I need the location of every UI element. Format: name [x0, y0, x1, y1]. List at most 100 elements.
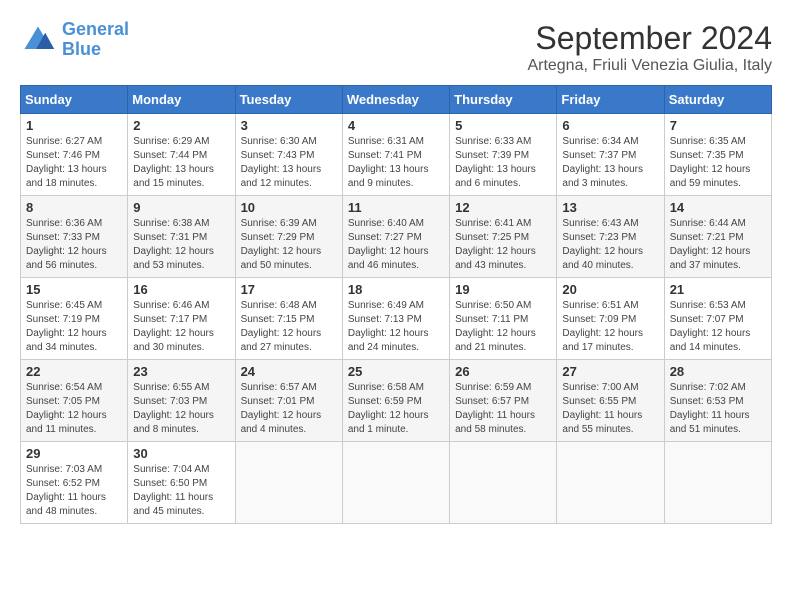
- calendar-cell-0-6: 7 Sunrise: 6:35 AM Sunset: 7:35 PM Daylig…: [664, 114, 771, 196]
- day-number: 21: [670, 282, 766, 297]
- day-info: Sunrise: 6:58 AM Sunset: 6:59 PM Dayligh…: [348, 381, 444, 437]
- day-info: Sunrise: 6:36 AM Sunset: 7:33 PM Dayligh…: [26, 217, 122, 273]
- location-subtitle: Artegna, Friuli Venezia Giulia, Italy: [527, 57, 772, 75]
- logo-blue: Blue: [62, 40, 129, 60]
- day-number: 2: [133, 118, 229, 133]
- calendar-cell-4-3: [342, 442, 449, 524]
- day-number: 1: [26, 118, 122, 133]
- calendar-cell-3-2: 24 Sunrise: 6:57 AM Sunset: 7:01 PM Dayli…: [235, 360, 342, 442]
- header-thursday: Thursday: [450, 86, 557, 114]
- day-info: Sunrise: 6:55 AM Sunset: 7:03 PM Dayligh…: [133, 381, 229, 437]
- header-saturday: Saturday: [664, 86, 771, 114]
- calendar-cell-3-4: 26 Sunrise: 6:59 AM Sunset: 6:57 PM Dayli…: [450, 360, 557, 442]
- day-number: 6: [562, 118, 658, 133]
- logo: General Blue: [20, 20, 129, 60]
- header-friday: Friday: [557, 86, 664, 114]
- day-number: 13: [562, 200, 658, 215]
- calendar-cell-4-0: 29 Sunrise: 7:03 AM Sunset: 6:52 PM Dayli…: [21, 442, 128, 524]
- day-info: Sunrise: 6:49 AM Sunset: 7:13 PM Dayligh…: [348, 299, 444, 355]
- calendar-cell-2-2: 17 Sunrise: 6:48 AM Sunset: 7:15 PM Dayli…: [235, 278, 342, 360]
- day-info: Sunrise: 6:48 AM Sunset: 7:15 PM Dayligh…: [241, 299, 337, 355]
- day-info: Sunrise: 6:34 AM Sunset: 7:37 PM Dayligh…: [562, 135, 658, 191]
- header-monday: Monday: [128, 86, 235, 114]
- day-number: 17: [241, 282, 337, 297]
- logo-icon: [20, 22, 56, 58]
- day-info: Sunrise: 6:33 AM Sunset: 7:39 PM Dayligh…: [455, 135, 551, 191]
- day-info: Sunrise: 6:31 AM Sunset: 7:41 PM Dayligh…: [348, 135, 444, 191]
- day-info: Sunrise: 7:00 AM Sunset: 6:55 PM Dayligh…: [562, 381, 658, 437]
- day-info: Sunrise: 7:03 AM Sunset: 6:52 PM Dayligh…: [26, 463, 122, 519]
- day-info: Sunrise: 6:45 AM Sunset: 7:19 PM Dayligh…: [26, 299, 122, 355]
- calendar-cell-0-4: 5 Sunrise: 6:33 AM Sunset: 7:39 PM Daylig…: [450, 114, 557, 196]
- calendar-cell-1-4: 12 Sunrise: 6:41 AM Sunset: 7:25 PM Dayli…: [450, 196, 557, 278]
- calendar-row-2: 15Sunrise: 6:45 AM Sunset: 7:19 PM Dayli…: [21, 278, 772, 360]
- day-info: Sunrise: 7:02 AM Sunset: 6:53 PM Dayligh…: [670, 381, 766, 437]
- calendar-cell-0-5: 6 Sunrise: 6:34 AM Sunset: 7:37 PM Daylig…: [557, 114, 664, 196]
- calendar-cell-2-3: 18Sunrise: 6:49 AM Sunset: 7:13 PM Dayli…: [342, 278, 449, 360]
- day-info: Sunrise: 6:38 AM Sunset: 7:31 PM Dayligh…: [133, 217, 229, 273]
- day-number: 20: [562, 282, 658, 297]
- day-info: Sunrise: 6:51 AM Sunset: 7:09 PM Dayligh…: [562, 299, 658, 355]
- calendar-cell-1-1: 9Sunrise: 6:38 AM Sunset: 7:31 PM Daylig…: [128, 196, 235, 278]
- day-number: 14: [670, 200, 766, 215]
- day-number: 8: [26, 200, 122, 215]
- logo-general: General: [62, 19, 129, 39]
- calendar-cell-4-5: [557, 442, 664, 524]
- calendar-cell-2-1: 16 Sunrise: 6:46 AM Sunset: 7:17 PM Dayli…: [128, 278, 235, 360]
- calendar-cell-1-6: 14 Sunrise: 6:44 AM Sunset: 7:21 PM Dayli…: [664, 196, 771, 278]
- calendar-header-row: Sunday Monday Tuesday Wednesday Thursday…: [21, 86, 772, 114]
- calendar-cell-3-6: 28 Sunrise: 7:02 AM Sunset: 6:53 PM Dayli…: [664, 360, 771, 442]
- day-info: Sunrise: 7:04 AM Sunset: 6:50 PM Dayligh…: [133, 463, 229, 519]
- calendar-cell-0-2: 3Sunrise: 6:30 AM Sunset: 7:43 PM Daylig…: [235, 114, 342, 196]
- header: General Blue September 2024 Artegna, Fri…: [20, 20, 772, 75]
- day-number: 26: [455, 364, 551, 379]
- header-tuesday: Tuesday: [235, 86, 342, 114]
- calendar-cell-1-5: 13 Sunrise: 6:43 AM Sunset: 7:23 PM Dayli…: [557, 196, 664, 278]
- calendar-cell-2-5: 20 Sunrise: 6:51 AM Sunset: 7:09 PM Dayli…: [557, 278, 664, 360]
- day-info: Sunrise: 6:44 AM Sunset: 7:21 PM Dayligh…: [670, 217, 766, 273]
- day-number: 29: [26, 446, 122, 461]
- day-info: Sunrise: 6:57 AM Sunset: 7:01 PM Dayligh…: [241, 381, 337, 437]
- calendar-cell-3-1: 23 Sunrise: 6:55 AM Sunset: 7:03 PM Dayli…: [128, 360, 235, 442]
- day-info: Sunrise: 6:35 AM Sunset: 7:35 PM Dayligh…: [670, 135, 766, 191]
- day-info: Sunrise: 6:40 AM Sunset: 7:27 PM Dayligh…: [348, 217, 444, 273]
- day-number: 5: [455, 118, 551, 133]
- calendar-cell-0-1: 2 Sunrise: 6:29 AM Sunset: 7:44 PM Daylig…: [128, 114, 235, 196]
- day-info: Sunrise: 6:27 AM Sunset: 7:46 PM Dayligh…: [26, 135, 122, 191]
- day-number: 30: [133, 446, 229, 461]
- calendar-cell-2-0: 15Sunrise: 6:45 AM Sunset: 7:19 PM Dayli…: [21, 278, 128, 360]
- day-info: Sunrise: 6:29 AM Sunset: 7:44 PM Dayligh…: [133, 135, 229, 191]
- calendar-cell-1-3: 11Sunrise: 6:40 AM Sunset: 7:27 PM Dayli…: [342, 196, 449, 278]
- day-info: Sunrise: 6:43 AM Sunset: 7:23 PM Dayligh…: [562, 217, 658, 273]
- calendar-table: Sunday Monday Tuesday Wednesday Thursday…: [20, 85, 772, 524]
- day-info: Sunrise: 6:50 AM Sunset: 7:11 PM Dayligh…: [455, 299, 551, 355]
- calendar-cell-4-1: 30 Sunrise: 7:04 AM Sunset: 6:50 PM Dayli…: [128, 442, 235, 524]
- calendar-cell-4-2: [235, 442, 342, 524]
- day-number: 28: [670, 364, 766, 379]
- calendar-cell-1-0: 8 Sunrise: 6:36 AM Sunset: 7:33 PM Daylig…: [21, 196, 128, 278]
- logo-text: General Blue: [62, 20, 129, 60]
- calendar-cell-4-4: [450, 442, 557, 524]
- day-number: 24: [241, 364, 337, 379]
- day-number: 22: [26, 364, 122, 379]
- day-number: 12: [455, 200, 551, 215]
- day-info: Sunrise: 6:39 AM Sunset: 7:29 PM Dayligh…: [241, 217, 337, 273]
- header-wednesday: Wednesday: [342, 86, 449, 114]
- calendar-cell-3-3: 25Sunrise: 6:58 AM Sunset: 6:59 PM Dayli…: [342, 360, 449, 442]
- day-info: Sunrise: 6:41 AM Sunset: 7:25 PM Dayligh…: [455, 217, 551, 273]
- day-number: 10: [241, 200, 337, 215]
- day-number: 7: [670, 118, 766, 133]
- calendar-cell-0-3: 4Sunrise: 6:31 AM Sunset: 7:41 PM Daylig…: [342, 114, 449, 196]
- day-number: 27: [562, 364, 658, 379]
- day-info: Sunrise: 6:54 AM Sunset: 7:05 PM Dayligh…: [26, 381, 122, 437]
- day-number: 16: [133, 282, 229, 297]
- calendar-row-4: 29 Sunrise: 7:03 AM Sunset: 6:52 PM Dayli…: [21, 442, 772, 524]
- header-sunday: Sunday: [21, 86, 128, 114]
- calendar-cell-4-6: [664, 442, 771, 524]
- day-info: Sunrise: 6:59 AM Sunset: 6:57 PM Dayligh…: [455, 381, 551, 437]
- day-info: Sunrise: 6:46 AM Sunset: 7:17 PM Dayligh…: [133, 299, 229, 355]
- calendar-cell-2-4: 19Sunrise: 6:50 AM Sunset: 7:11 PM Dayli…: [450, 278, 557, 360]
- day-number: 23: [133, 364, 229, 379]
- calendar-cell-3-5: 27 Sunrise: 7:00 AM Sunset: 6:55 PM Dayli…: [557, 360, 664, 442]
- day-number: 3: [241, 118, 337, 133]
